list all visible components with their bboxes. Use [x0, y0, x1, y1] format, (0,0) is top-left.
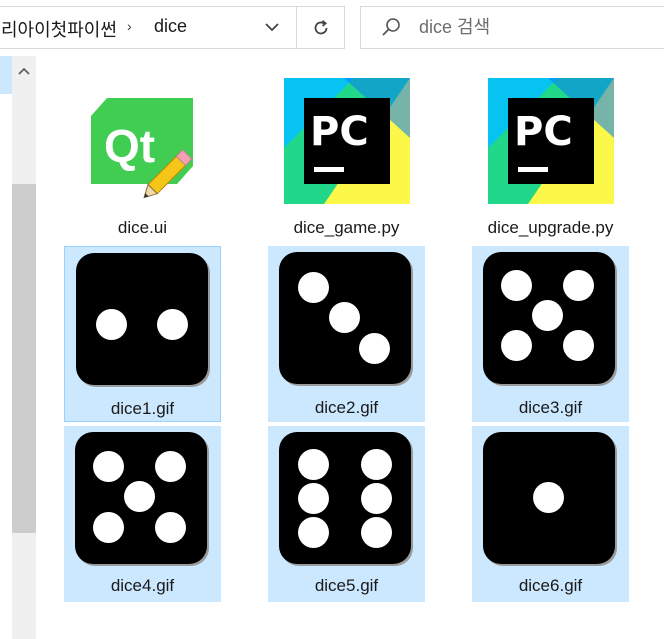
file-name[interactable]: dice6.gif [472, 576, 629, 596]
pip [361, 483, 392, 514]
pip [563, 270, 594, 301]
svg-text:Qt: Qt [104, 120, 155, 172]
pip [533, 482, 564, 513]
search-icon [382, 18, 400, 36]
pip [298, 272, 329, 303]
pip [298, 517, 329, 548]
pycharm-icon: PC [487, 78, 614, 204]
search-input[interactable] [419, 14, 649, 40]
toolbar: 리아이첫파이썬 › dice [0, 0, 664, 56]
pip [532, 300, 563, 331]
file-item[interactable]: dice2.gif [268, 246, 425, 422]
pip [155, 512, 186, 543]
pip [96, 309, 127, 340]
pip [563, 330, 594, 361]
chevron-up-icon [18, 67, 30, 75]
file-item[interactable]: Qt dice.ui [64, 66, 221, 246]
refresh-icon [314, 19, 327, 34]
file-item[interactable]: dice6.gif [472, 426, 629, 602]
file-list: Qt dice.ui PC dice_game.py PC dice_upgra… [36, 56, 664, 639]
file-name[interactable]: dice_upgrade.py [472, 218, 629, 238]
pycharm-icon: PC [283, 78, 410, 204]
scrollbar-thumb[interactable] [12, 184, 36, 533]
pip [329, 302, 360, 333]
dice-face-5-icon [483, 252, 615, 384]
pip [298, 483, 329, 514]
scrollbar[interactable] [12, 56, 36, 639]
file-item[interactable]: dice1.gif [64, 246, 221, 422]
svg-text:PC: PC [310, 109, 369, 155]
breadcrumb-current[interactable]: dice [154, 16, 187, 37]
file-name[interactable]: dice_game.py [268, 218, 425, 238]
navigation-pane-selected-item[interactable] [0, 56, 12, 94]
file-name[interactable]: dice5.gif [268, 576, 425, 596]
search-box[interactable] [360, 6, 664, 49]
file-item[interactable]: PC dice_game.py [268, 66, 425, 246]
breadcrumb-parent[interactable]: 리아이첫파이썬 [1, 16, 117, 42]
pip [298, 449, 329, 480]
breadcrumb-separator-icon[interactable]: › [127, 18, 132, 34]
pip [501, 270, 532, 301]
file-name[interactable]: dice4.gif [64, 576, 221, 596]
pip [93, 512, 124, 543]
pip [157, 309, 188, 340]
file-item[interactable]: dice5.gif [268, 426, 425, 602]
svg-text:PC: PC [514, 109, 573, 155]
chevron-down-icon [265, 23, 279, 32]
pip [124, 481, 155, 512]
refresh-button[interactable] [297, 7, 344, 48]
file-item[interactable]: dice3.gif [472, 246, 629, 422]
pip [155, 451, 186, 482]
pip [361, 449, 392, 480]
dice-face-5-icon [75, 432, 207, 564]
qt-designer-icon: Qt [90, 98, 193, 199]
pip [93, 451, 124, 482]
scroll-up-button[interactable] [12, 56, 36, 86]
dice-face-3-icon [279, 252, 411, 384]
pip [501, 330, 532, 361]
file-item[interactable]: PC dice_upgrade.py [472, 66, 629, 246]
address-history-dropdown[interactable] [248, 7, 296, 48]
navigation-pane[interactable] [0, 56, 12, 639]
pip [359, 333, 390, 364]
file-name[interactable]: dice2.gif [268, 398, 425, 418]
dice-face-6-icon [279, 432, 411, 564]
file-item[interactable]: dice4.gif [64, 426, 221, 602]
address-bar[interactable]: 리아이첫파이썬 › dice [0, 6, 345, 49]
dice-face-1-icon [483, 432, 615, 564]
dice-face-2-icon [76, 253, 208, 385]
pip [361, 517, 392, 548]
file-name[interactable]: dice.ui [64, 218, 221, 238]
file-name[interactable]: dice3.gif [472, 398, 629, 418]
file-name[interactable]: dice1.gif [65, 399, 220, 419]
